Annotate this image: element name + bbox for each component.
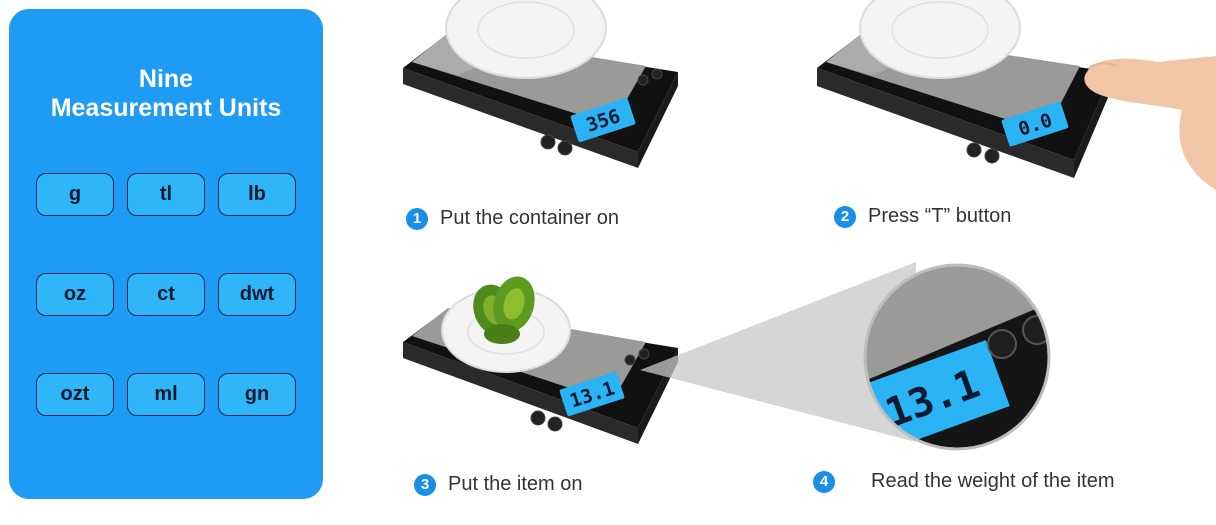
step-2-caption: 2 Press “T” button [834, 205, 1011, 228]
unit-chip-ml: ml [127, 373, 205, 416]
step-3-caption: 3 Put the item on [414, 473, 583, 496]
unit-chip-ozt: ozt [36, 373, 114, 416]
step-3-label: Put the item on [448, 473, 583, 495]
unit-chip-lb: lb [218, 173, 296, 216]
step-1-caption: 1 Put the container on [406, 207, 619, 230]
unit-chip-oz: oz [36, 273, 114, 316]
step-1-badge: 1 [406, 207, 428, 230]
title-line-2: Measurement Units [50, 94, 282, 122]
step-4-label: Read the weight of the item [871, 470, 1115, 492]
step-2-badge: 2 [834, 205, 856, 228]
step-2-illustration: 0.0 [812, 0, 1216, 195]
step-2-label: Press “T” button [868, 205, 1012, 227]
unit-chip-tl: tl [127, 173, 205, 216]
unit-chip-dwt: dwt [218, 273, 296, 316]
step-4-badge: 4 [813, 470, 835, 493]
finger-icon [1084, 56, 1216, 190]
step-4-caption: 4 Read the weight of the item [813, 470, 1114, 493]
step-1-illustration: 356 [398, 0, 683, 185]
unit-chip-ct: ct [127, 273, 205, 316]
units-panel: Nine Measurement Units g tl lb oz ct dwt… [9, 9, 323, 499]
title-line-1: Nine [138, 65, 194, 93]
step-3-badge: 3 [414, 473, 436, 496]
unit-chip-g: g [36, 173, 114, 216]
step-4-magnifier: 13.1 [862, 262, 1052, 452]
units-panel-title: Nine Measurement Units [9, 65, 323, 123]
unit-chip-gn: gn [218, 373, 296, 416]
step-1-label: Put the container on [440, 207, 620, 229]
